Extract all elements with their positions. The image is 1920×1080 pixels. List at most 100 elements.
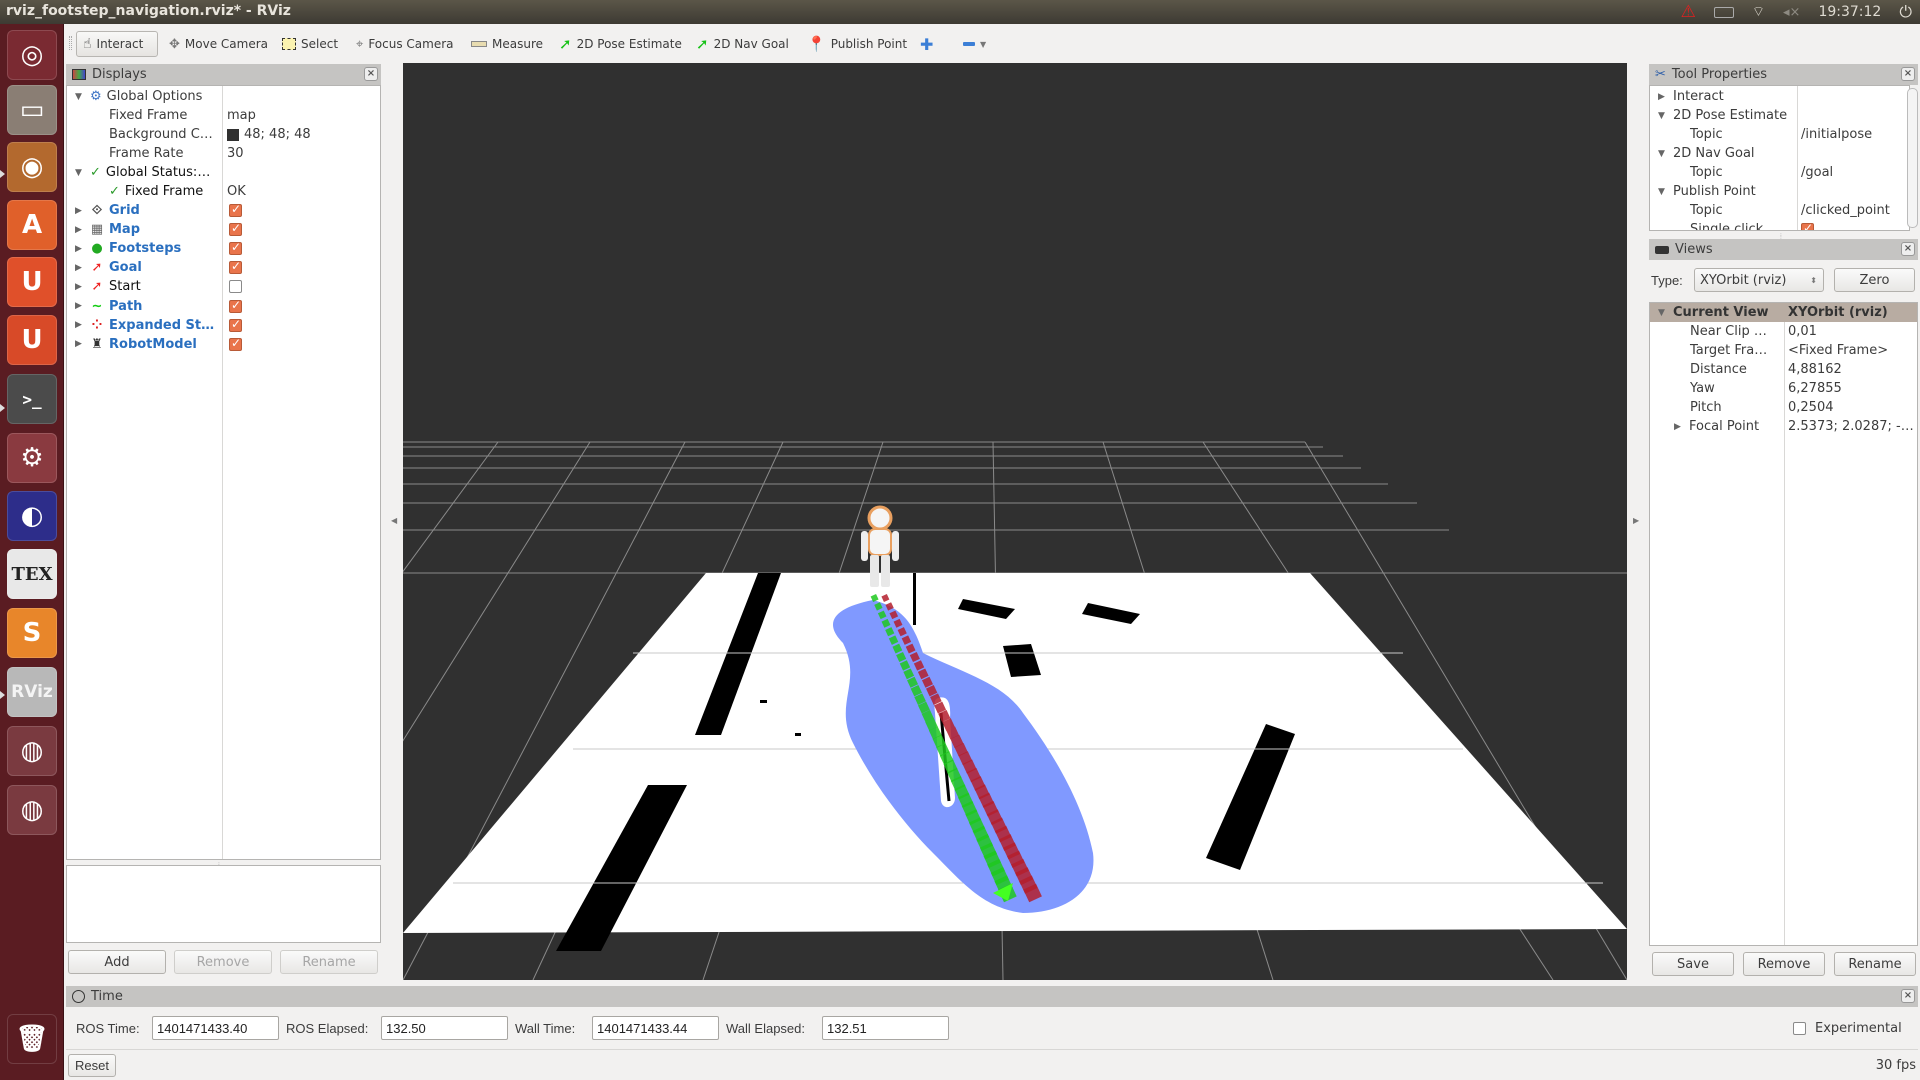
- tool-property-row[interactable]: ▼ Publish Point: [1650, 182, 1909, 201]
- wall-time-field[interactable]: 1401471433.44: [592, 1016, 719, 1040]
- property-value[interactable]: 0,2504: [1788, 400, 1834, 415]
- display-item-grid[interactable]: ▶ ⟐ Grid: [67, 201, 380, 220]
- display-enabled-checkbox[interactable]: [229, 221, 242, 237]
- display-item-path[interactable]: ▶ ∼ Path: [67, 297, 380, 316]
- tree-row-frame-rate[interactable]: Frame Rate 30: [67, 144, 380, 163]
- tool-measure[interactable]: Measure: [465, 31, 549, 57]
- property-value[interactable]: 0,01: [1788, 324, 1817, 339]
- property-value[interactable]: 2.5373; 2.0287; -…: [1788, 419, 1914, 434]
- expand-right-icon[interactable]: ▶: [75, 339, 85, 349]
- launcher-eclipse[interactable]: ◐: [7, 491, 57, 541]
- toolbar-grip[interactable]: [69, 36, 72, 50]
- expand-right-icon[interactable]: ▶: [1658, 92, 1668, 102]
- remove-tool-button[interactable]: ▼: [957, 31, 992, 57]
- ros-time-field[interactable]: 1401471433.40: [152, 1016, 279, 1040]
- add-display-button[interactable]: Add: [68, 950, 166, 974]
- remove-display-button[interactable]: Remove: [174, 950, 272, 974]
- property-value[interactable]: /goal: [1801, 165, 1833, 180]
- expand-down-icon[interactable]: ▼: [1658, 111, 1668, 121]
- tree-row-status-fixed-frame[interactable]: ✓ Fixed Frame OK: [67, 182, 380, 201]
- tool-property-row[interactable]: ▼ 2D Nav Goal: [1650, 144, 1909, 163]
- collapse-left-panel-handle[interactable]: ◀: [391, 516, 397, 525]
- experimental-checkbox[interactable]: [1793, 1022, 1806, 1035]
- rename-view-button[interactable]: Rename: [1834, 952, 1916, 976]
- launcher-ubuntu-one-music[interactable]: U: [7, 315, 57, 365]
- expand-right-icon[interactable]: ▶: [75, 282, 85, 292]
- scene-canvas[interactable]: [403, 63, 1627, 980]
- tree-row-global-status[interactable]: ▼ ✓ Global Status:…: [67, 163, 380, 182]
- view-type-select[interactable]: XYOrbit (rviz) ⬍: [1694, 268, 1824, 292]
- tool-focus-camera[interactable]: ⌖ Focus Camera: [350, 31, 460, 57]
- background-color-value[interactable]: 48; 48; 48: [244, 127, 311, 142]
- display-enabled-checkbox[interactable]: [229, 317, 242, 332]
- add-tool-button[interactable]: ✚: [914, 31, 939, 57]
- tool-property-row[interactable]: Topic/goal: [1650, 163, 1909, 182]
- view-property-row[interactable]: Yaw 6,27855: [1650, 379, 1917, 398]
- close-icon[interactable]: ×: [1901, 989, 1915, 1003]
- launcher-ubuntu-dash[interactable]: ◎: [7, 30, 57, 80]
- launcher-firefox[interactable]: ◉: [7, 142, 57, 192]
- tool-2d-nav-goal[interactable]: ➚ 2D Nav Goal: [690, 31, 795, 57]
- view-property-row[interactable]: Near Clip … 0,01: [1650, 322, 1917, 341]
- save-view-button[interactable]: Save: [1652, 952, 1734, 976]
- expand-down-icon[interactable]: ▼: [75, 168, 85, 178]
- render-panel-3d-view[interactable]: [403, 63, 1627, 980]
- tool-properties-scrollbar[interactable]: [1907, 88, 1918, 228]
- launcher-trash[interactable]: 🗑: [7, 1014, 57, 1064]
- expand-right-icon[interactable]: ▶: [1674, 422, 1684, 432]
- tool-interact[interactable]: ☝ Interact: [76, 31, 158, 57]
- launcher-drive-1[interactable]: ◍: [7, 726, 57, 776]
- display-item-start[interactable]: ▶ ➚ Start: [67, 277, 380, 296]
- property-value[interactable]: /clicked_point: [1801, 203, 1890, 218]
- power-icon[interactable]: ⏻: [1899, 2, 1912, 22]
- wall-elapsed-field[interactable]: 132.51: [822, 1016, 949, 1040]
- property-value[interactable]: 4,88162: [1788, 362, 1842, 377]
- display-enabled-checkbox[interactable]: [229, 298, 242, 313]
- view-property-row[interactable]: Pitch 0,2504: [1650, 398, 1917, 417]
- launcher-terminal[interactable]: >_: [7, 374, 57, 424]
- view-property-row[interactable]: Distance 4,88162: [1650, 360, 1917, 379]
- close-icon[interactable]: ×: [1901, 67, 1915, 81]
- remove-view-button[interactable]: Remove: [1743, 952, 1825, 976]
- zero-button[interactable]: Zero: [1834, 268, 1915, 292]
- property-value[interactable]: <Fixed Frame>: [1788, 343, 1888, 358]
- tree-row-global-options[interactable]: ▼ ⚙ Global Options: [67, 87, 380, 106]
- tool-property-row[interactable]: ▼ 2D Pose Estimate: [1650, 106, 1909, 125]
- close-icon[interactable]: ×: [1901, 242, 1915, 256]
- display-item-map[interactable]: ▶ ▦ Map: [67, 220, 380, 239]
- expand-right-icon[interactable]: ▶: [75, 320, 85, 330]
- warning-icon[interactable]: ⚠: [1681, 2, 1696, 22]
- tree-row-fixed-frame[interactable]: Fixed Frame map: [67, 106, 380, 125]
- display-enabled-checkbox[interactable]: [229, 336, 242, 351]
- reset-button[interactable]: Reset: [68, 1054, 116, 1077]
- display-item-robotmodel[interactable]: ▶ ♜ RobotModel: [67, 335, 380, 354]
- ros-elapsed-field[interactable]: 132.50: [381, 1016, 508, 1040]
- clock[interactable]: 19:37:12: [1818, 4, 1881, 20]
- display-enabled-checkbox[interactable]: [229, 202, 242, 217]
- property-value[interactable]: /initialpose: [1801, 127, 1872, 142]
- view-property-row[interactable]: ▶ Focal Point 2.5373; 2.0287; -…: [1650, 417, 1917, 436]
- display-item-expanded-st[interactable]: ▶ ⁘ Expanded St…: [67, 316, 380, 335]
- collapse-right-panel-handle[interactable]: ▶: [1633, 516, 1639, 525]
- tool-publish-point[interactable]: 📍 Publish Point: [801, 31, 913, 57]
- launcher-files[interactable]: ▭: [7, 85, 57, 135]
- expand-down-icon[interactable]: ▼: [1658, 187, 1668, 197]
- expand-right-icon[interactable]: ▶: [75, 206, 85, 216]
- expand-down-icon[interactable]: ▼: [1658, 149, 1668, 159]
- launcher-meld[interactable]: S: [7, 608, 57, 658]
- launcher-software-center[interactable]: A: [7, 200, 57, 250]
- tree-row-current-view[interactable]: ▼ Current View XYOrbit (rviz): [1650, 303, 1917, 322]
- expand-right-icon[interactable]: ▶: [75, 244, 85, 254]
- tool-select[interactable]: Select: [276, 31, 344, 57]
- expand-right-icon[interactable]: ▶: [75, 301, 85, 311]
- battery-icon[interactable]: [1713, 6, 1734, 18]
- display-enabled-checkbox[interactable]: [229, 259, 242, 275]
- frame-rate-value[interactable]: 30: [227, 146, 244, 161]
- color-swatch[interactable]: [227, 128, 239, 141]
- display-enabled-checkbox[interactable]: [229, 240, 242, 256]
- view-property-row[interactable]: Target Fra… <Fixed Frame>: [1650, 341, 1917, 360]
- single-click-checkbox[interactable]: [1801, 221, 1814, 230]
- volume-muted-icon[interactable]: ◂×: [1783, 5, 1800, 20]
- tree-row-background-color[interactable]: Background C… 48; 48; 48: [67, 125, 380, 144]
- display-item-footsteps[interactable]: ▶ ● Footsteps: [67, 239, 380, 258]
